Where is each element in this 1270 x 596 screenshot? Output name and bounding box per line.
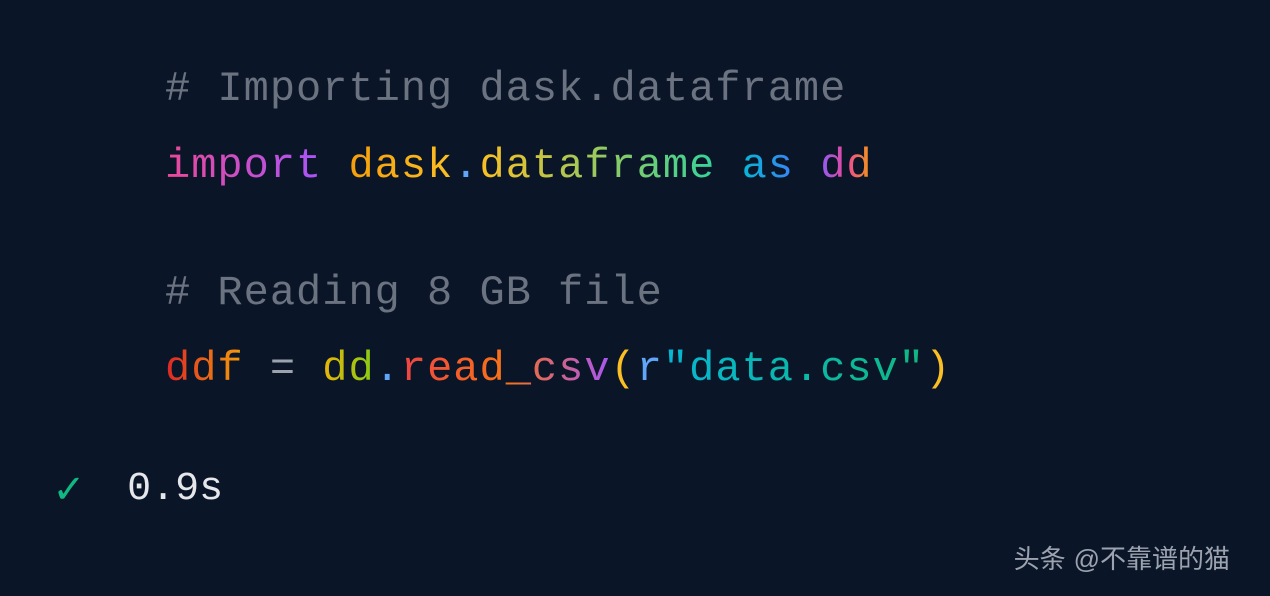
variable-dd: dd — [322, 345, 374, 393]
paren-close: ) — [925, 345, 951, 393]
equals-operator: = — [244, 345, 323, 393]
function-read-csv: read_csv — [401, 345, 611, 393]
execution-status-bar: ✓ 0.9s — [0, 461, 1270, 517]
code-line-assignment: ddf = dd.read_csv(r"data.csv") — [165, 340, 1270, 399]
watermark: 头条 @不靠谱的猫 — [1014, 539, 1230, 576]
dot-operator: . — [375, 345, 401, 393]
alias-dd: dd — [820, 142, 872, 190]
raw-string-prefix: r — [637, 345, 663, 393]
execution-time: 0.9s — [127, 467, 223, 512]
module-dataframe: dataframe — [480, 142, 716, 190]
module-dask: dask — [348, 142, 453, 190]
comment-text: # Importing dask.dataframe — [165, 65, 846, 113]
dot-operator: . — [453, 142, 479, 190]
watermark-prefix: 头条 — [1014, 539, 1066, 576]
code-line-comment-1: # Importing dask.dataframe — [165, 60, 1270, 119]
code-line-comment-2: # Reading 8 GB file — [165, 264, 1270, 323]
code-line-import: import dask.dataframe as dd — [165, 137, 1270, 196]
keyword-import: import — [165, 142, 322, 190]
success-checkmark-icon: ✓ — [55, 461, 82, 517]
blank-line — [165, 214, 1270, 264]
string-literal: "data.csv" — [663, 345, 925, 393]
keyword-as: as — [742, 142, 794, 190]
code-block: # Importing dask.dataframe import dask.d… — [0, 0, 1270, 399]
variable-ddf: ddf — [165, 345, 244, 393]
paren-open: ( — [611, 345, 637, 393]
comment-text: # Reading 8 GB file — [165, 269, 663, 317]
watermark-handle: @不靠谱的猫 — [1074, 539, 1230, 576]
